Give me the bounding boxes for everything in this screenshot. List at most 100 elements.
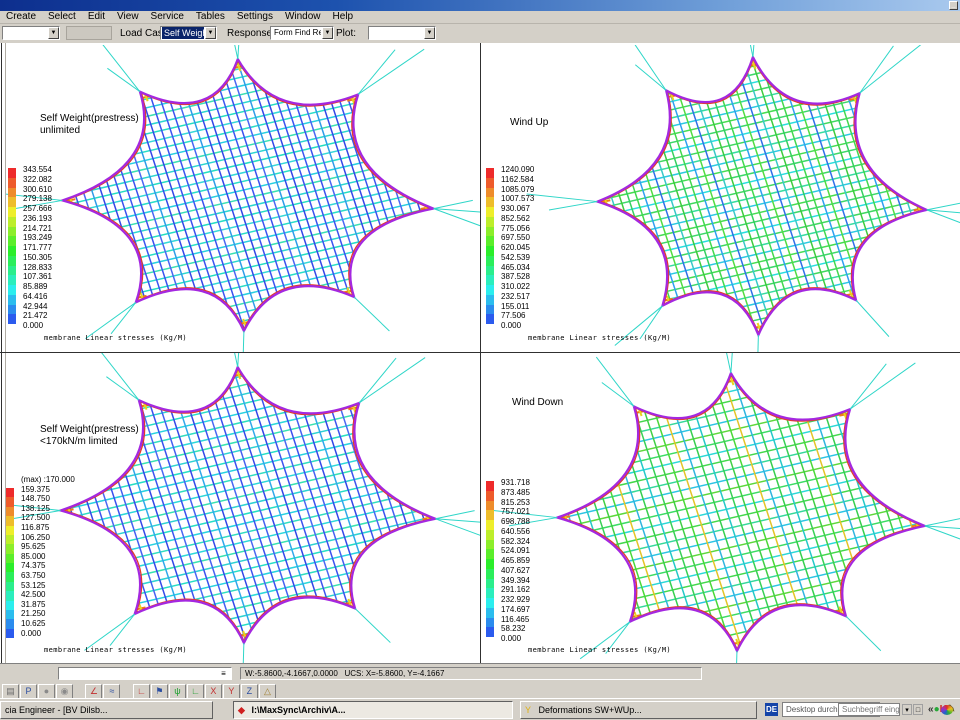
view-flag-icon[interactable]: ⚑ — [151, 684, 168, 699]
scale-labels: 343.554322.082300.610279.138257.666236.1… — [23, 165, 52, 331]
spline-tool-icon[interactable]: ≈ — [103, 684, 120, 699]
scale-value: 21.472 — [23, 311, 52, 321]
scale-segment — [8, 188, 16, 198]
menu-item[interactable]: Tables — [190, 11, 231, 23]
prism-icon[interactable]: △ — [259, 684, 276, 699]
scale-segment — [8, 295, 16, 305]
scale-segment — [6, 619, 14, 628]
quick-combo[interactable]: ▼ — [2, 26, 60, 40]
scale-value: 0.000 — [501, 321, 534, 331]
scale-value: 171.777 — [23, 243, 52, 253]
task-button-deformations[interactable]: Y Deformations SW+WUp... — [520, 701, 757, 719]
status-bar: ≡ W:-5.8600,-4.1667,0.0000 UCS: X=-5.860… — [0, 663, 960, 682]
axes-fork-icon[interactable]: ψ — [169, 684, 186, 699]
axes-corner-icon[interactable]: ∟ — [187, 684, 204, 699]
menu-item[interactable]: View — [111, 11, 145, 23]
scale-value: 279.138 — [23, 194, 52, 204]
plot-title: Self Weight(prestress)<170kN/m limited — [40, 400, 139, 472]
scale-value: 174.697 — [501, 605, 530, 615]
scale-segment — [486, 188, 494, 198]
scale-segment — [8, 227, 16, 237]
scale-value: 1240.090 — [501, 165, 534, 175]
chevron-down-icon[interactable]: ▾ — [902, 704, 912, 715]
plot-select[interactable]: ▼ — [368, 26, 436, 40]
language-indicator[interactable]: DE — [765, 703, 778, 716]
color-scale-bar — [486, 168, 494, 324]
title-bar[interactable]: 09004 Membrane Dilsberg\Mem.Var3b-Doc2DC… — [0, 0, 960, 11]
scale-segment — [486, 266, 494, 276]
viewport-wind-up[interactable]: Wind Up 1240.0901162.5841085.0791007.573… — [481, 45, 960, 352]
viewport-wind-down[interactable]: Wind Down 931.718873.485815.253757.02169… — [481, 353, 960, 663]
scale-segment — [8, 266, 16, 276]
print-icon[interactable]: ▤ — [2, 684, 19, 699]
scale-value: 1007.573 — [501, 194, 534, 204]
scale-segment — [486, 618, 494, 628]
scale-segment — [486, 305, 494, 315]
menu-item[interactable]: Settings — [231, 11, 279, 23]
scale-segment — [6, 488, 14, 497]
scale-value: 542.539 — [501, 253, 534, 263]
axis-x-icon[interactable]: X — [205, 684, 222, 699]
scale-segment — [486, 285, 494, 295]
command-input[interactable]: ≡ — [58, 667, 232, 680]
viewport-self-weight-limited[interactable]: Self Weight(prestress)<170kN/m limited (… — [6, 353, 480, 663]
scale-value: 21.250 — [21, 609, 75, 619]
scale-value: 465.034 — [501, 263, 534, 273]
response-select[interactable]: Form Find Respor ▼ — [270, 26, 334, 40]
menu-item[interactable]: Create — [0, 11, 42, 23]
scale-value: 116.875 — [21, 523, 75, 533]
task-button-maxsync[interactable]: ◆ I:\MaxSync\Archiv\A... — [233, 701, 513, 719]
scale-segment — [486, 549, 494, 559]
scale-segment — [486, 217, 494, 227]
scale-segment — [6, 507, 14, 516]
menu-item[interactable]: Service — [145, 11, 190, 23]
scale-segment — [6, 535, 14, 544]
scale-value: 232.517 — [501, 292, 534, 302]
scale-value: 138.125 — [21, 504, 75, 514]
scale-labels: 931.718873.485815.253757.021698.788640.5… — [501, 478, 530, 644]
scale-value: 0.000 — [21, 629, 75, 639]
scale-segment — [486, 236, 494, 246]
scale-segment — [6, 544, 14, 553]
minimize-button[interactable]: _ — [949, 1, 958, 10]
chevron-down-icon[interactable]: ▼ — [322, 27, 333, 39]
search-term-input[interactable]: Suchbegriff einge... — [838, 703, 900, 716]
menu-item[interactable]: Window — [279, 11, 327, 23]
chevron-down-icon[interactable]: ▼ — [424, 27, 435, 39]
task-button-engineer[interactable]: cia Engineer - [BV Dilsb... — [0, 701, 213, 719]
scale-value: 116.465 — [501, 615, 530, 625]
chevron-down-icon[interactable]: ▼ — [48, 27, 59, 39]
scale-value: 74.375 — [21, 561, 75, 571]
restore-icon[interactable]: □ — [913, 704, 923, 715]
scale-value: 0.000 — [23, 321, 52, 331]
snap-toolbar: ▤P●◉ ∠≈ ∟⚑ψ∟XYZ△ — [0, 681, 960, 698]
color-scale: (max) :170.000159.375148.750138.125127.5… — [6, 475, 75, 638]
menu-item[interactable]: Select — [42, 11, 82, 23]
scale-value: 1085.079 — [501, 185, 534, 195]
axis-y-icon[interactable]: Y — [223, 684, 240, 699]
chevron-down-icon[interactable]: ▼ — [205, 27, 216, 39]
menu-lines-icon[interactable]: ≡ — [217, 669, 230, 678]
render-icon[interactable]: ● — [38, 684, 55, 699]
ucs-corner-icon[interactable]: ∟ — [133, 684, 150, 699]
scale-value: 815.253 — [501, 498, 530, 508]
menu-item[interactable]: Help — [327, 11, 360, 23]
scale-segment — [6, 610, 14, 619]
scale-segment — [486, 510, 494, 520]
plot-caption: membrane Linear stresses (Kg/M) — [528, 334, 671, 342]
scale-value: 930.067 — [501, 204, 534, 214]
scale-segment — [486, 559, 494, 569]
system-tray: «●K✎ — [928, 702, 953, 718]
scale-value: 31.875 — [21, 600, 75, 610]
scale-segment — [486, 540, 494, 550]
menu-item[interactable]: Edit — [82, 11, 111, 23]
axis-z-icon[interactable]: Z — [241, 684, 258, 699]
shade-icon[interactable]: ◉ — [56, 684, 73, 699]
preview-icon[interactable]: P — [20, 684, 37, 699]
polyline-tool-icon[interactable]: ∠ — [85, 684, 102, 699]
tray-colorwheel-icon[interactable] — [941, 705, 953, 715]
load-case-select[interactable]: Self Weight ▼ — [160, 26, 217, 40]
color-scale: 343.554322.082300.610279.138257.666236.1… — [8, 165, 52, 331]
viewport-self-weight-unlimited[interactable]: Self Weight(prestress)unlimited 343.5543… — [6, 45, 480, 352]
scale-segment — [486, 598, 494, 608]
